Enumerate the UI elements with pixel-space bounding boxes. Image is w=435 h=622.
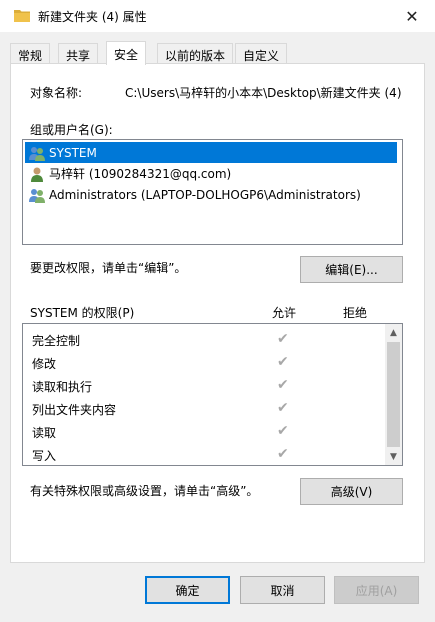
scroll-up-arrow-icon[interactable]: ▲ xyxy=(385,324,402,341)
tab-label: 以前的版本 xyxy=(165,49,226,63)
title-bar: 新建文件夹 (4) 属性 ✕ xyxy=(0,0,435,32)
tab-label: 常规 xyxy=(18,49,43,63)
tab-label: 共享 xyxy=(66,49,91,63)
check-icon: ✔ xyxy=(277,423,289,439)
window-title: 新建文件夹 (4) 属性 xyxy=(38,10,147,24)
permission-row-read: 读取 ✔ xyxy=(32,420,362,443)
permission-row-modify: 修改 ✔ xyxy=(32,351,362,374)
tab-security[interactable]: 安全 xyxy=(106,41,147,65)
allow-column-header: 允许 xyxy=(272,306,297,320)
tab-previous-versions[interactable]: 以前的版本 xyxy=(157,43,234,64)
permission-name: 完全控制 xyxy=(32,334,81,348)
tab-sharing[interactable]: 共享 xyxy=(58,43,99,64)
permission-row-read-execute: 读取和执行 ✔ xyxy=(32,374,362,397)
group-users-icon xyxy=(29,146,45,161)
permission-row-list-folder: 列出文件夹内容 ✔ xyxy=(32,397,362,420)
check-icon: ✔ xyxy=(277,331,289,347)
apply-button[interactable]: 应用(A) xyxy=(334,576,419,604)
list-item-label: 马梓轩 (1090284321@qq.com) xyxy=(49,167,232,181)
ok-button[interactable]: 确定 xyxy=(145,576,230,604)
edit-button-label: 编辑(E)... xyxy=(325,263,378,277)
check-icon: ✔ xyxy=(277,400,289,416)
group-users-icon xyxy=(29,188,45,203)
list-item-user[interactable]: 马梓轩 (1090284321@qq.com) xyxy=(25,163,397,184)
permissions-title: SYSTEM 的权限(P) xyxy=(30,306,135,320)
list-item-label: Administrators (LAPTOP-DOLHOGP6\Administ… xyxy=(49,187,361,202)
cancel-button[interactable]: 取消 xyxy=(240,576,325,604)
permission-name: 读取和执行 xyxy=(32,380,93,394)
tab-label: 安全 xyxy=(114,48,139,62)
scroll-down-arrow-icon[interactable]: ▼ xyxy=(385,448,402,465)
permission-name: 读取 xyxy=(32,426,57,440)
list-item-label: SYSTEM xyxy=(49,145,97,160)
tab-label: 自定义 xyxy=(243,49,280,63)
permission-name: 修改 xyxy=(32,357,57,371)
tab-customize[interactable]: 自定义 xyxy=(235,43,288,64)
apply-button-label: 应用(A) xyxy=(355,583,398,598)
close-button[interactable]: ✕ xyxy=(389,0,435,32)
permission-row-full-control: 完全控制 ✔ xyxy=(32,328,362,351)
check-icon: ✔ xyxy=(277,377,289,393)
deny-column-header: 拒绝 xyxy=(343,306,368,320)
edit-hint: 要更改权限，请单击“编辑”。 xyxy=(30,261,187,275)
permissions-scrollbar[interactable]: ▲ ▼ xyxy=(385,324,402,465)
advanced-button[interactable]: 高级(V) xyxy=(300,478,403,505)
folder-icon xyxy=(14,10,30,22)
ok-button-label: 确定 xyxy=(175,583,200,598)
permissions-list: 完全控制 ✔ 修改 ✔ 读取和执行 ✔ 列出文件夹内容 ✔ 读取 ✔ 写入 ✔ … xyxy=(22,323,403,466)
list-item-administrators[interactable]: Administrators (LAPTOP-DOLHOGP6\Administ… xyxy=(25,184,397,205)
object-name-value: C:\Users\马梓轩的小本本\Desktop\新建文件夹 (4) xyxy=(125,86,402,100)
list-item-system[interactable]: SYSTEM xyxy=(25,142,397,163)
groups-label: 组或用户名(G): xyxy=(30,123,113,137)
check-icon: ✔ xyxy=(277,446,289,462)
user-icon xyxy=(31,167,43,182)
permission-name: 列出文件夹内容 xyxy=(32,403,117,417)
edit-button[interactable]: 编辑(E)... xyxy=(300,256,403,283)
permission-name: 写入 xyxy=(32,449,57,463)
scroll-thumb[interactable] xyxy=(387,342,400,447)
groups-listbox[interactable]: SYSTEM 马梓轩 (1090284321@qq.com) Administr… xyxy=(22,139,403,245)
close-icon: ✕ xyxy=(405,6,419,26)
check-icon: ✔ xyxy=(277,354,289,370)
permission-row-write: 写入 ✔ xyxy=(32,443,362,465)
advanced-button-label: 高级(V) xyxy=(330,485,373,499)
object-name-label: 对象名称: xyxy=(30,86,83,100)
cancel-button-label: 取消 xyxy=(270,583,295,598)
tab-general[interactable]: 常规 xyxy=(10,43,51,64)
advanced-hint: 有关特殊权限或高级设置，请单击“高级”。 xyxy=(30,484,259,498)
